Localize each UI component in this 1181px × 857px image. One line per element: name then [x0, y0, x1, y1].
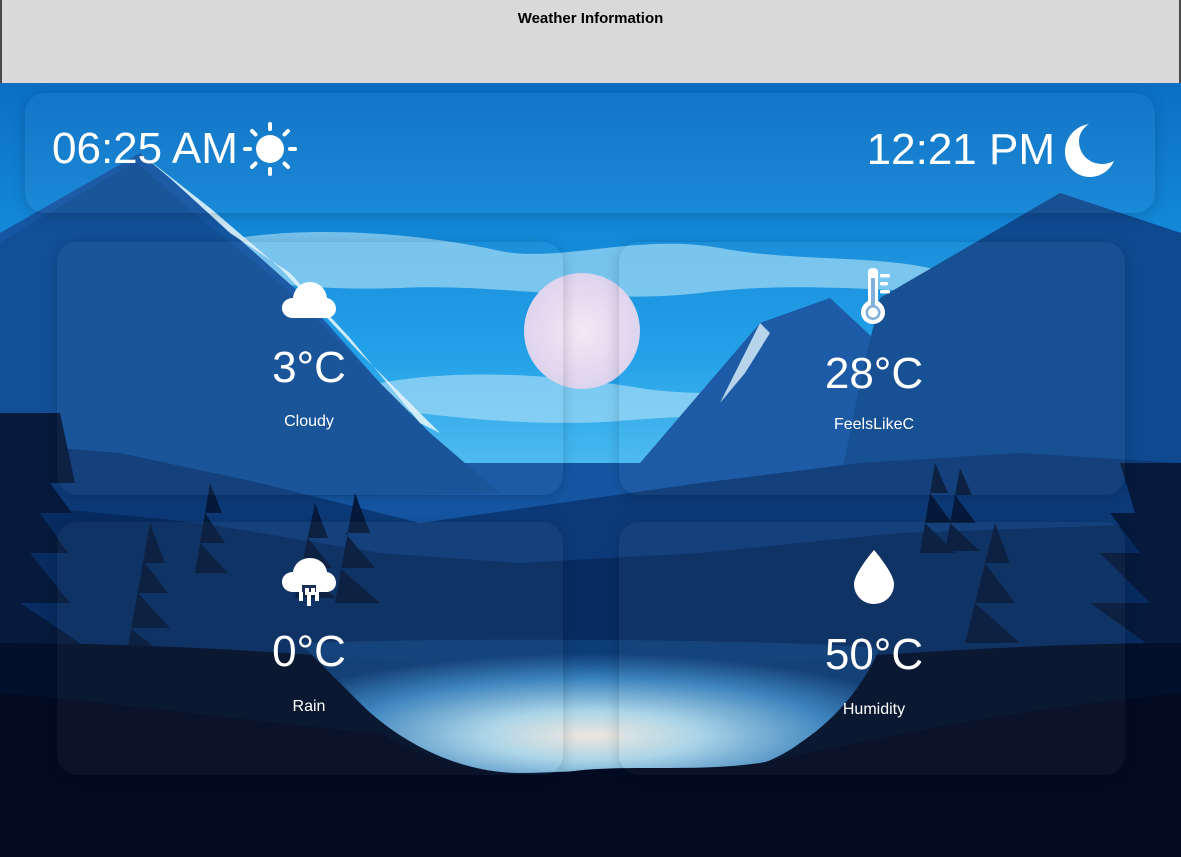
sun-icon	[242, 122, 297, 176]
sunset-time-value: 12:21 PM	[866, 125, 1055, 174]
cloudy-label: Cloudy	[284, 413, 334, 430]
cloudy-value: 3°C	[272, 343, 346, 392]
window-title: Weather Information	[517, 10, 664, 27]
sunset-time: 12:21 PM	[867, 121, 1117, 179]
humidity-value: 50°C	[824, 630, 924, 679]
humidity-label: Humidity	[842, 701, 906, 718]
sunrise-time-value: 06:25 AM	[52, 124, 238, 173]
feels-like-label: FeelsLikeC	[833, 416, 915, 433]
rain-value: 0°C	[272, 627, 346, 676]
feels-like-value: 28°C	[824, 349, 924, 398]
weather-window: Weather Information 06:25 AM 12:21 PM 3°…	[0, 0, 1181, 857]
sunrise-time: 06:25 AM	[52, 121, 298, 177]
humidity-content: 50°C Humidity	[774, 549, 974, 719]
water-drop-icon	[854, 550, 894, 604]
thermometer-icon	[861, 268, 890, 324]
rain-label: Rain	[292, 698, 326, 715]
feels-like-content: 28°C FeelsLikeC	[774, 268, 974, 434]
title-bar: Weather Information	[0, 0, 1181, 83]
rain-cloud-icon	[282, 558, 336, 606]
cloud-icon	[282, 282, 336, 318]
moon-icon	[1065, 124, 1114, 177]
cloudy-content: 3°C Cloudy	[209, 278, 409, 431]
rain-content: 0°C Rain	[209, 558, 409, 716]
